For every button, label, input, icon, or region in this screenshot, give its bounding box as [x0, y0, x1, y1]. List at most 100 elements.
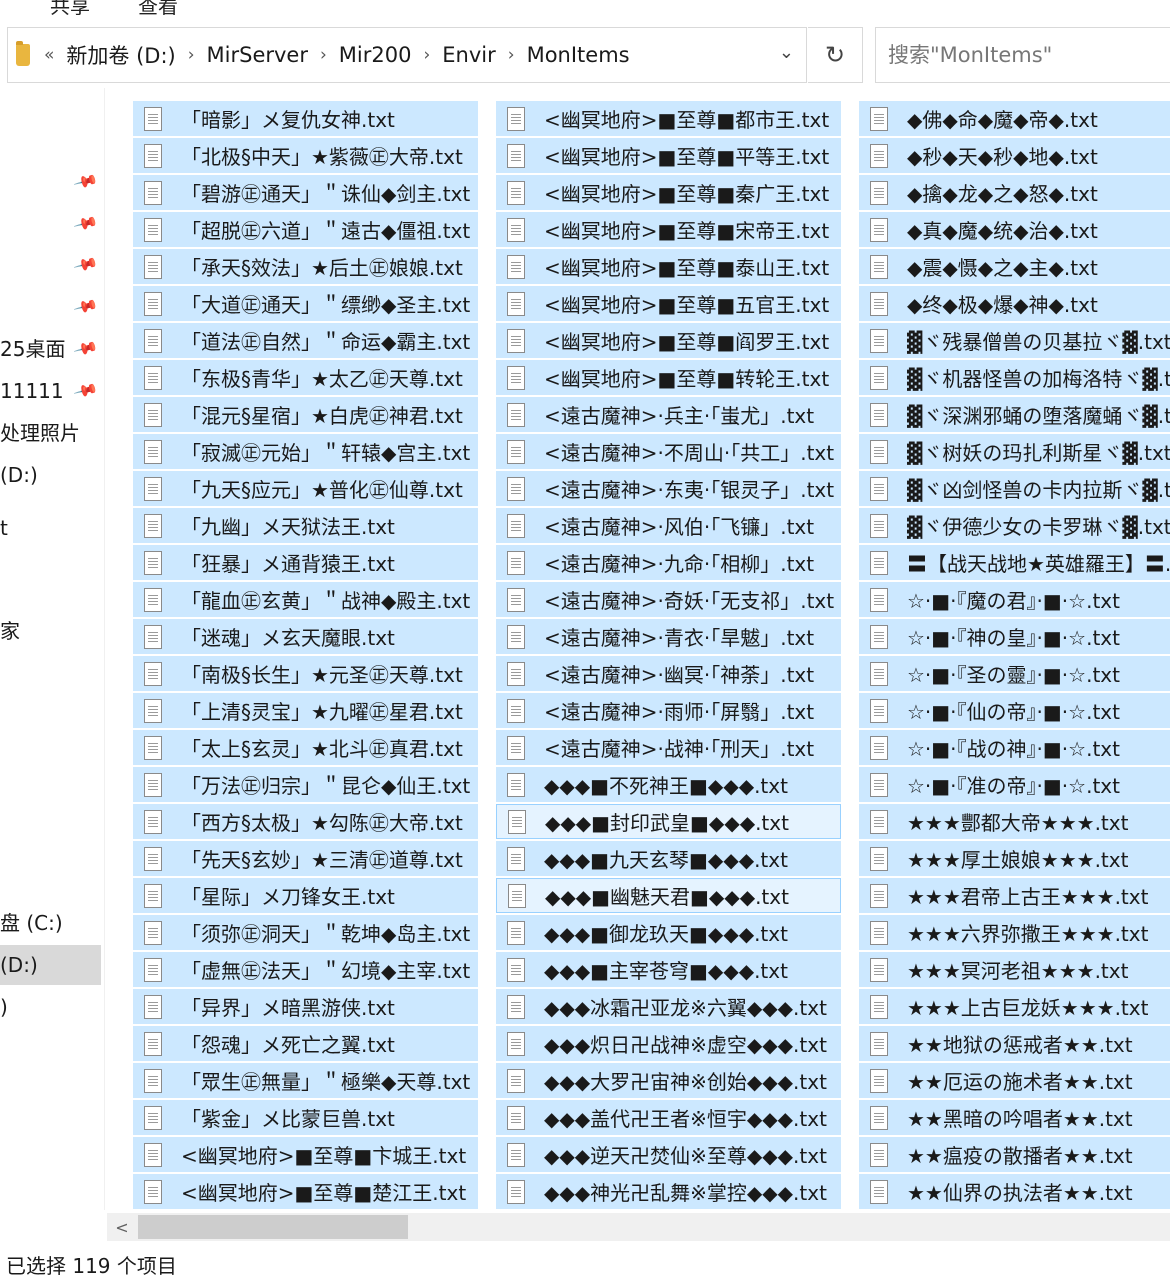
file-item[interactable]: 「星际」メ刀锋女王.txt [133, 878, 478, 913]
search-input[interactable] [888, 43, 1168, 67]
file-item[interactable]: ★★瘟疫の散播者★★.txt [859, 1137, 1170, 1172]
file-item[interactable]: ▓ヾ凶剑怪兽の卡内拉斯ヾ▓.txt [859, 471, 1170, 506]
file-item[interactable]: ◆真◆魔◆统◆治◆.txt [859, 212, 1170, 247]
file-item[interactable]: ▓ヾ伊德少女の卡罗琳ヾ▓.txt [859, 508, 1170, 543]
file-item[interactable]: ★★★君帝上古王★★★.txt [859, 878, 1170, 913]
file-item[interactable]: 「暗影」メ复仇女神.txt [133, 101, 478, 136]
file-item[interactable]: <遠古魔神>·战神·「刑天」.txt [496, 730, 841, 765]
breadcrumb-overflow[interactable]: « [44, 45, 54, 65]
file-item[interactable]: <幽冥地府>■至尊■楚江王.txt [133, 1174, 478, 1209]
file-item[interactable]: <遠古魔神>·风伯·「飞镰」.txt [496, 508, 841, 543]
file-item[interactable]: ★★★冥河老祖★★★.txt [859, 952, 1170, 987]
file-item[interactable]: ◆秒◆天◆秒◆地◆.txt [859, 138, 1170, 173]
file-item[interactable]: 「眾生㊣無量」＂極樂◆天尊.txt [133, 1063, 478, 1098]
file-item[interactable]: <幽冥地府>■至尊■宋帝王.txt [496, 212, 841, 247]
file-item[interactable]: ★★★上古巨龙妖★★★.txt [859, 989, 1170, 1024]
file-item[interactable]: <遠古魔神>·雨师·「屏翳」.txt [496, 693, 841, 728]
search-box[interactable] [875, 27, 1170, 83]
file-item[interactable]: 「怨魂」メ死亡之翼.txt [133, 1026, 478, 1061]
file-item[interactable]: 「迷魂」メ玄天魔眼.txt [133, 619, 478, 654]
chevron-right-icon[interactable]: › [320, 45, 327, 65]
file-item[interactable]: <幽冥地府>■至尊■转轮王.txt [496, 360, 841, 395]
nav-item[interactable]: t [0, 508, 101, 548]
file-item[interactable]: ◆◆◆冰霜卍亚龙※六翼◆◆◆.txt [496, 989, 841, 1024]
file-item[interactable]: <幽冥地府>■至尊■卞城王.txt [133, 1137, 478, 1172]
breadcrumb-mir200[interactable]: Mir200 [339, 43, 412, 67]
file-item[interactable]: <幽冥地府>■至尊■泰山王.txt [496, 249, 841, 284]
file-item[interactable]: 「九天§应元」★普化㊣仙尊.txt [133, 471, 478, 506]
file-item[interactable]: 「先天§玄妙」★三清㊣道尊.txt [133, 841, 478, 876]
nav-item-drive-d[interactable]: (D:) [0, 455, 101, 495]
file-item[interactable]: 「龍血㊣玄黄」＂战神◆殿主.txt [133, 582, 478, 617]
file-item[interactable]: 「北极§中天」★紫薇㊣大帝.txt [133, 138, 478, 173]
nav-item-photos[interactable]: 处理照片 [0, 413, 101, 453]
file-item[interactable]: ◆◆◆■幽魅天君■◆◆◆.txt [496, 878, 841, 913]
file-item[interactable]: ◆震◆慑◆之◆主◆.txt [859, 249, 1170, 284]
file-item[interactable]: <幽冥地府>■至尊■五官王.txt [496, 286, 841, 321]
file-item[interactable]: 「虚無㊣法天」＂幻境◆主宰.txt [133, 952, 478, 987]
file-item[interactable]: ☆·■·『神の皇』·■·☆.txt [859, 619, 1170, 654]
file-item[interactable]: <幽冥地府>■至尊■阎罗王.txt [496, 323, 841, 358]
file-item[interactable]: 「西方§太极」★勾陈㊣大帝.txt [133, 804, 478, 839]
file-item[interactable]: 「承天§效法」★后土㊣娘娘.txt [133, 249, 478, 284]
file-item[interactable]: <遠古魔神>·奇妖·「无支祁」.txt [496, 582, 841, 617]
breadcrumb-drive[interactable]: 新加卷 (D:) [66, 40, 175, 70]
file-item[interactable]: 「寂滅㊣元始」＂轩辕◆宫主.txt [133, 434, 478, 469]
ribbon-tab-view[interactable]: 查看 [138, 0, 178, 19]
file-item[interactable]: ☆·■·『圣の靈』·■·☆.txt [859, 656, 1170, 691]
scroll-left-arrow[interactable]: < [107, 1213, 137, 1241]
ribbon-tab-share[interactable]: 共享 [50, 0, 90, 19]
refresh-button[interactable]: ↻ [808, 27, 863, 83]
file-item[interactable]: 「狂暴」メ通背猿王.txt [133, 545, 478, 580]
scrollbar-thumb[interactable] [138, 1215, 408, 1239]
horizontal-scrollbar[interactable]: < [107, 1213, 1170, 1241]
file-item[interactable]: 「道法㊣自然」＂命运◆霸主.txt [133, 323, 478, 358]
file-item[interactable]: ◆◆◆大罗卍宙神※创始◆◆◆.txt [496, 1063, 841, 1098]
file-item[interactable]: 「碧游㊣通天」＂诛仙◆剑主.txt [133, 175, 478, 210]
file-item[interactable]: <遠古魔神>·不周山·「共工」.txt [496, 434, 841, 469]
file-item[interactable]: <幽冥地府>■至尊■都市王.txt [496, 101, 841, 136]
file-item[interactable]: ☆·■·『魔の君』·■·☆.txt [859, 582, 1170, 617]
file-item[interactable]: ◆◆◆盖代卍王者※恒宇◆◆◆.txt [496, 1100, 841, 1135]
file-item[interactable]: ★★黑暗の吟唱者★★.txt [859, 1100, 1170, 1135]
file-item[interactable]: ☆·■·『仙の帝』·■·☆.txt [859, 693, 1170, 728]
file-item[interactable]: 「异界」メ暗黑游侠.txt [133, 989, 478, 1024]
file-item[interactable]: ◆◆◆■御龙玖天■◆◆◆.txt [496, 915, 841, 950]
file-item[interactable]: ◆佛◆命◆魔◆帝◆.txt [859, 101, 1170, 136]
file-item[interactable]: ▓ヾ树妖の玛扎利斯星ヾ▓.txt [859, 434, 1170, 469]
chevron-down-icon[interactable]: ⌄ [779, 42, 794, 63]
breadcrumb-mirserver[interactable]: MirServer [207, 43, 308, 67]
file-item[interactable]: ★★厄运の施术者★★.txt [859, 1063, 1170, 1098]
file-item[interactable]: ☆·■·『战の神』·■·☆.txt [859, 730, 1170, 765]
file-item[interactable]: <遠古魔神>·九命·「相柳」.txt [496, 545, 841, 580]
file-item[interactable]: ★★地狱の惩戒者★★.txt [859, 1026, 1170, 1061]
file-item[interactable]: 「太上§玄灵」★北斗㊣真君.txt [133, 730, 478, 765]
file-item[interactable]: ★★★酆都大帝★★★.txt [859, 804, 1170, 839]
file-item[interactable]: <幽冥地府>■至尊■秦广王.txt [496, 175, 841, 210]
file-item[interactable]: ◆◆◆炽日卍战神※虚空◆◆◆.txt [496, 1026, 841, 1061]
breadcrumb-envir[interactable]: Envir [442, 43, 495, 67]
file-item[interactable]: 「超脱㊣六道」＂遠古◆僵祖.txt [133, 212, 478, 247]
file-item[interactable]: 「万法㊣归宗」＂昆仑◆仙王.txt [133, 767, 478, 802]
file-item[interactable]: ◆◆◆■九天玄琴■◆◆◆.txt [496, 841, 841, 876]
file-item[interactable]: ★★★六界弥撒王★★★.txt [859, 915, 1170, 950]
file-item[interactable]: <遠古魔神>·青衣·「旱魃」.txt [496, 619, 841, 654]
nav-item-drive-c[interactable]: 盘 (C:) [0, 903, 101, 943]
file-item[interactable]: ★★★厚土娘娘★★★.txt [859, 841, 1170, 876]
file-item[interactable]: 「紫金」メ比蒙巨兽.txt [133, 1100, 478, 1135]
file-item[interactable]: ▓ヾ机器怪兽の加梅洛特ヾ▓.txt [859, 360, 1170, 395]
file-item[interactable]: ★★仙界の执法者★★.txt [859, 1174, 1170, 1209]
file-item[interactable]: <遠古魔神>·兵主·「蚩尤」.txt [496, 397, 841, 432]
file-item[interactable]: <幽冥地府>■至尊■平等王.txt [496, 138, 841, 173]
file-item[interactable]: 「九幽」メ天狱法王.txt [133, 508, 478, 543]
nav-item-drive-d-selected[interactable]: (D:) [0, 945, 101, 985]
file-item[interactable]: ◆◆◆■主宰苍穹■◆◆◆.txt [496, 952, 841, 987]
address-bar[interactable]: « 新加卷 (D:) › MirServer › Mir200 › Envir … [7, 27, 807, 83]
chevron-right-icon[interactable]: › [188, 45, 195, 65]
chevron-right-icon[interactable]: › [508, 45, 515, 65]
file-item[interactable]: 「南极§长生」★元圣㊣天尊.txt [133, 656, 478, 691]
nav-item[interactable]: ) [0, 987, 101, 1027]
file-item[interactable]: ☆·■·『准の帝』·■·☆.txt [859, 767, 1170, 802]
file-item[interactable]: ▓ヾ残暴僧兽の贝基拉ヾ▓.txt [859, 323, 1170, 358]
file-item[interactable]: <遠古魔神>·东夷·「银灵子」.txt [496, 471, 841, 506]
